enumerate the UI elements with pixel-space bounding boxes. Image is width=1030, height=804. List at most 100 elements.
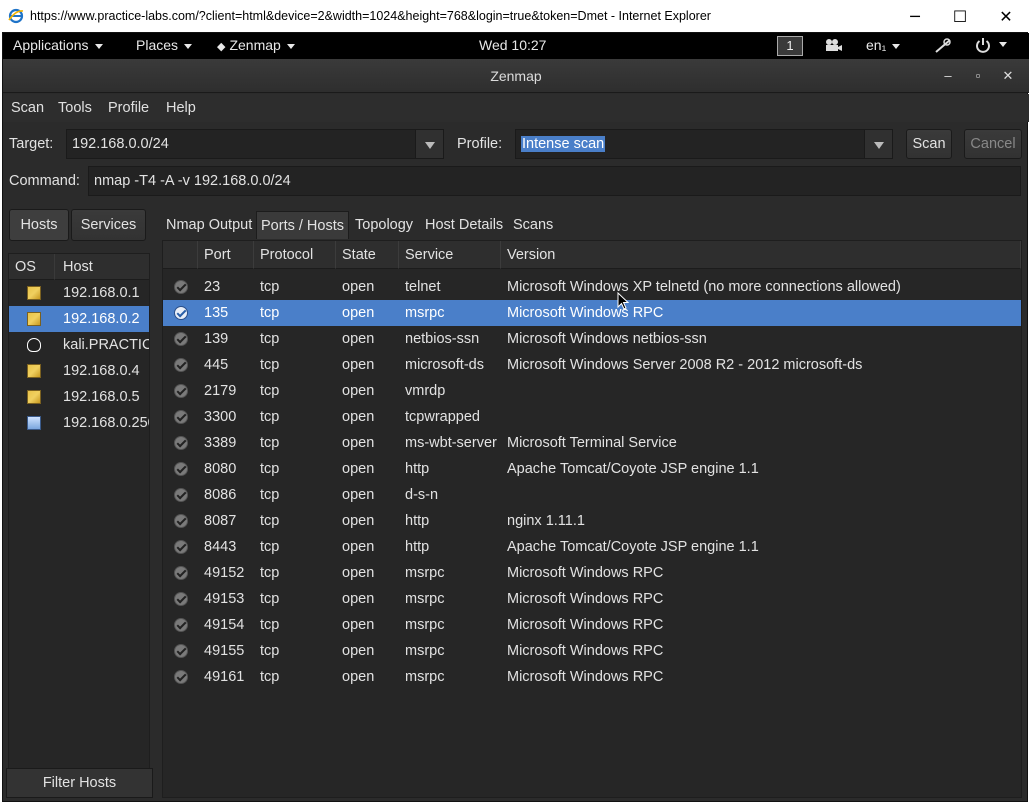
command-input[interactable]: nmap -T4 -A -v 192.168.0.0/24 bbox=[88, 166, 1021, 196]
profile-input[interactable]: Intense scan bbox=[515, 129, 865, 159]
places-menu[interactable]: Places bbox=[136, 37, 193, 53]
power-menu[interactable] bbox=[975, 37, 1007, 56]
state-cell: open bbox=[342, 513, 375, 529]
tab-topology[interactable]: Topology bbox=[351, 211, 417, 239]
open-port-check-icon bbox=[174, 306, 188, 320]
service-cell: msrpc bbox=[405, 617, 445, 633]
port-row[interactable]: 139 tcp open netbios-ssn Microsoft Windows n… bbox=[163, 326, 1021, 352]
open-port-check-icon bbox=[174, 670, 188, 684]
host-row[interactable]: kali.PRACTICELABS.COM bbox=[9, 332, 149, 358]
port-row[interactable]: 3300 tcp open tcpwrapped bbox=[163, 404, 1021, 430]
host-row[interactable]: 192.168.0.250 bbox=[9, 410, 149, 436]
tab-nmap-output[interactable]: Nmap Output bbox=[162, 211, 256, 239]
port-row[interactable]: 135 tcp open msrpc Microsoft Windows RPC bbox=[163, 300, 1021, 326]
os-column-header[interactable]: OS bbox=[9, 254, 55, 280]
chevron-down-icon bbox=[184, 43, 193, 49]
port-row[interactable]: 445 tcp open microsoft-ds Microsoft Windows … bbox=[163, 352, 1021, 378]
services-view-button[interactable]: Services bbox=[71, 209, 146, 241]
video-camera-icon[interactable] bbox=[823, 38, 843, 55]
keyboard-layout-menu[interactable]: en₁ bbox=[866, 37, 901, 53]
service-column-header[interactable]: Service bbox=[399, 241, 501, 269]
port-row[interactable]: 49154 tcp open msrpc Microsoft Windows RPC bbox=[163, 612, 1021, 638]
port-cell: 8086 bbox=[204, 487, 237, 503]
accessibility-pen-icon[interactable] bbox=[934, 38, 952, 57]
protocol-column-header[interactable]: Protocol bbox=[254, 241, 336, 269]
port-row[interactable]: 8443 tcp open http Apache Tomcat/Coyote JSP … bbox=[163, 534, 1021, 560]
port-cell: 139 bbox=[204, 331, 229, 347]
linux-penguin-icon bbox=[27, 338, 41, 352]
port-row[interactable]: 49153 tcp open msrpc Microsoft Windows RPC bbox=[163, 586, 1021, 612]
zenmap-app-menu[interactable]: ◆ Zenmap bbox=[217, 37, 295, 53]
port-cell: 49152 bbox=[204, 565, 245, 581]
command-label: Command: bbox=[9, 173, 80, 189]
browser-close-button[interactable]: ✕ bbox=[983, 0, 1029, 32]
windows-os-icon bbox=[27, 286, 41, 300]
target-input[interactable]: 192.168.0.0/24 bbox=[66, 129, 416, 159]
filter-hosts-button[interactable]: Filter Hosts bbox=[6, 768, 153, 798]
service-cell: http bbox=[405, 513, 430, 529]
service-cell: msrpc bbox=[405, 305, 445, 321]
version-column-header[interactable]: Version bbox=[501, 241, 1021, 269]
port-column-header[interactable]: Port bbox=[198, 241, 254, 269]
zenmap-titlebar: Zenmap ‒ ▫ ✕ bbox=[3, 59, 1029, 93]
port-row[interactable]: 8080 tcp open http Apache Tomcat/Coyote JSP … bbox=[163, 456, 1021, 482]
port-cell: 49154 bbox=[204, 617, 245, 633]
clock[interactable]: Wed 10:27 bbox=[479, 37, 546, 53]
menu-tools[interactable]: Tools bbox=[58, 100, 92, 116]
menu-scan[interactable]: Scan bbox=[11, 100, 44, 116]
applications-menu[interactable]: Applications bbox=[13, 37, 103, 53]
version-cell: Apache Tomcat/Coyote JSP engine 1.1 bbox=[507, 539, 759, 555]
host-row[interactable]: 192.168.0.1 bbox=[9, 280, 149, 306]
window-minimize-button[interactable]: ‒ bbox=[936, 59, 960, 93]
port-cell: 23 bbox=[204, 279, 221, 295]
scan-button[interactable]: Scan bbox=[906, 129, 952, 159]
port-row[interactable]: 8087 tcp open http nginx 1.11.1 bbox=[163, 508, 1021, 534]
port-row[interactable]: 3389 tcp open ms-wbt-server Microsoft Termin… bbox=[163, 430, 1021, 456]
tab-ports-hosts[interactable]: Ports / Hosts bbox=[256, 211, 349, 239]
unknown-os-icon bbox=[27, 416, 41, 430]
chevron-down-icon bbox=[286, 43, 295, 49]
protocol-cell: tcp bbox=[260, 539, 280, 555]
tab-scans[interactable]: Scans bbox=[509, 211, 557, 239]
tab-host-details[interactable]: Host Details bbox=[421, 211, 507, 239]
host-row[interactable]: 192.168.0.5 bbox=[9, 384, 149, 410]
browser-maximize-button[interactable]: ☐ bbox=[937, 0, 983, 32]
open-port-check-icon bbox=[174, 462, 188, 476]
applications-label: Applications bbox=[13, 37, 89, 53]
host-row[interactable]: 192.168.0.2 bbox=[9, 306, 149, 332]
protocol-cell: tcp bbox=[260, 617, 280, 633]
port-row[interactable]: 8086 tcp open d-s-n bbox=[163, 482, 1021, 508]
state-column-header[interactable]: State bbox=[336, 241, 399, 269]
port-row[interactable]: 2179 tcp open vmrdp bbox=[163, 378, 1021, 404]
service-cell: msrpc bbox=[405, 565, 445, 581]
service-cell: msrpc bbox=[405, 643, 445, 659]
open-port-check-icon bbox=[174, 566, 188, 580]
profile-dropdown-button[interactable] bbox=[864, 129, 893, 159]
open-port-check-icon bbox=[174, 488, 188, 502]
cancel-button[interactable]: Cancel bbox=[964, 129, 1022, 159]
menu-profile[interactable]: Profile bbox=[108, 100, 149, 116]
state-cell: open bbox=[342, 383, 375, 399]
hosts-view-button[interactable]: Hosts bbox=[9, 209, 69, 241]
port-cell: 3300 bbox=[204, 409, 237, 425]
host-row[interactable]: 192.168.0.4 bbox=[9, 358, 149, 384]
protocol-cell: tcp bbox=[260, 383, 280, 399]
port-row[interactable]: 49152 tcp open msrpc Microsoft Windows RPC bbox=[163, 560, 1021, 586]
ports-table: Port Protocol State Service Version 23 tc… bbox=[162, 240, 1022, 798]
window-close-button[interactable]: ✕ bbox=[996, 59, 1020, 93]
check-column-header[interactable] bbox=[163, 241, 198, 269]
protocol-cell: tcp bbox=[260, 669, 280, 685]
browser-minimize-button[interactable]: ─ bbox=[892, 0, 938, 32]
protocol-cell: tcp bbox=[260, 409, 280, 425]
host-list[interactable]: OS Host 192.168.0.1 192.168.0.2 kali.PRACT… bbox=[8, 253, 150, 786]
window-maximize-button[interactable]: ▫ bbox=[966, 59, 990, 93]
service-cell: msrpc bbox=[405, 591, 445, 607]
port-row[interactable]: 49161 tcp open msrpc Microsoft Windows RPC bbox=[163, 664, 1021, 690]
target-dropdown-button[interactable] bbox=[415, 129, 444, 159]
port-row[interactable]: 23 tcp open telnet Microsoft Windows XP teln… bbox=[163, 274, 1021, 300]
workspace-indicator[interactable]: 1 bbox=[777, 36, 803, 56]
version-cell: Microsoft Terminal Service bbox=[507, 435, 677, 451]
menu-help[interactable]: Help bbox=[166, 100, 196, 116]
host-column-header[interactable]: Host bbox=[55, 254, 149, 280]
port-row[interactable]: 49155 tcp open msrpc Microsoft Windows RPC bbox=[163, 638, 1021, 664]
